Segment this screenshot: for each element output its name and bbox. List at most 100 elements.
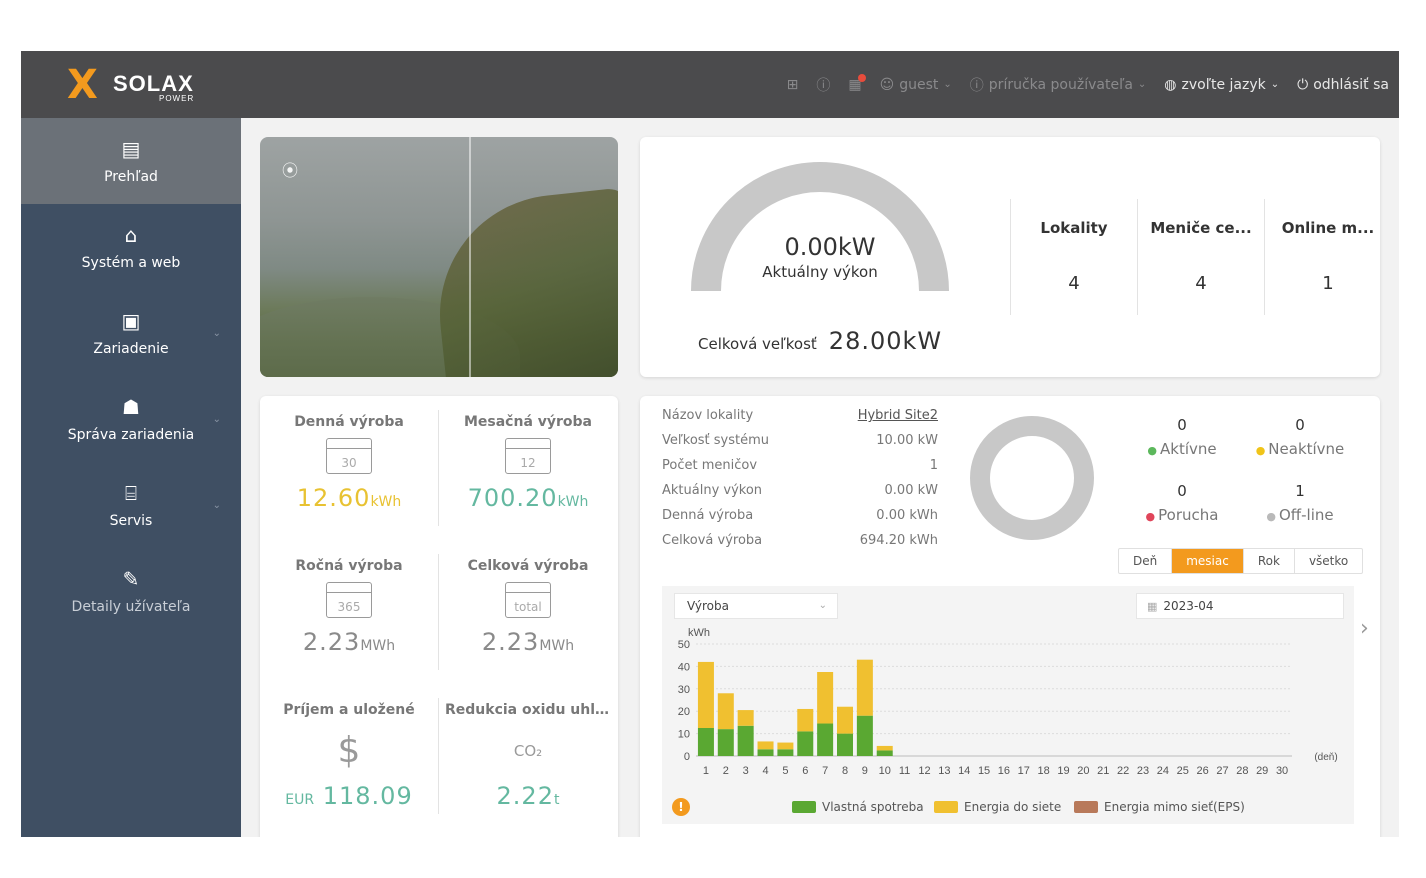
- bar-self-consumption: [737, 725, 754, 756]
- stat-inverters: Meniče ce... 4: [1137, 199, 1264, 315]
- x-tick-label: 17: [1018, 765, 1030, 777]
- user-menu[interactable]: ☺ guest ⌄: [880, 77, 952, 93]
- bar-self-consumption: [876, 750, 893, 756]
- x-tick-label: 21: [1097, 765, 1109, 777]
- current-power-label: Aktuálny výkon: [762, 263, 878, 281]
- logout-button[interactable]: ⏻ odhlásiť sa: [1297, 77, 1389, 93]
- calendar-icon: total: [505, 582, 551, 618]
- language-label: zvoľte jazyk: [1181, 76, 1266, 93]
- y-tick-label: 0: [684, 751, 690, 763]
- x-tick-label: 26: [1196, 765, 1208, 777]
- status-active: 0 Aktívne: [1122, 416, 1242, 458]
- sidebar-item-service[interactable]: ⌸ Servis ⌄: [21, 462, 241, 548]
- sidebar-item-system-web[interactable]: ⌂ Systém a web: [21, 204, 241, 290]
- range-day-button[interactable]: Deň: [1119, 549, 1173, 573]
- x-tick-label: 14: [958, 765, 970, 777]
- sidebar-item-device-management[interactable]: ☗ Správa zariadenia ⌄: [21, 376, 241, 462]
- x-tick-label: 10: [879, 765, 891, 777]
- co2-icon: CO₂: [513, 742, 543, 760]
- x-tick-label: 6: [802, 765, 808, 777]
- metric-select[interactable]: Výroba ⌄: [674, 593, 838, 619]
- photo-seam: [469, 137, 471, 377]
- range-month-button[interactable]: mesiac: [1172, 549, 1244, 573]
- daily-production-label: Denná výroba: [294, 414, 404, 430]
- legend-self-consumption[interactable]: Vlastná spotreba: [792, 800, 924, 814]
- bar-self-consumption: [817, 723, 834, 756]
- x-tick-label: 25: [1177, 765, 1189, 777]
- user-name: guest: [899, 76, 939, 93]
- logo-mark-icon: X: [67, 62, 98, 108]
- bar-self-consumption: [797, 731, 814, 756]
- home-icon: ⌂: [124, 223, 138, 247]
- stat-online: Online m... 1: [1264, 199, 1391, 315]
- y-tick-label: 40: [678, 661, 690, 673]
- monthly-production-label: Mesačná výroba: [463, 414, 593, 430]
- current-power-row: Aktuálny výkon 0.00 kW: [662, 483, 938, 498]
- total-production: Celková výroba total 2.23MWh: [439, 540, 617, 680]
- location-pin-icon[interactable]: ⦿: [282, 157, 298, 180]
- monthly-production: Mesačná výroba 12 700.20kWh: [439, 396, 617, 536]
- monthly-production-value: 700.20kWh: [467, 484, 589, 512]
- bar-grid-export: [737, 710, 754, 726]
- router-icon: ☗: [122, 395, 140, 419]
- y-tick-label: 20: [678, 706, 690, 718]
- income-value: EUR 118.09: [285, 782, 413, 810]
- date-picker[interactable]: ▦ 2023-04: [1136, 593, 1344, 619]
- manual-menu[interactable]: ⓘ príručka používateľa ⌄: [970, 75, 1147, 95]
- language-menu[interactable]: ◍ zvoľte jazyk ⌄: [1164, 77, 1279, 93]
- sidebar-item-user-details[interactable]: ✎ Detaily užívateľa: [21, 548, 241, 634]
- x-tick-label: 11: [899, 765, 910, 777]
- bar-grid-export: [757, 741, 774, 750]
- sidebar-item-device[interactable]: ▣ Zariadenie ⌄: [21, 290, 241, 376]
- logout-label: odhlásiť sa: [1313, 76, 1389, 93]
- legend-grid-export[interactable]: Energia do siete: [934, 800, 1061, 814]
- sidebar-item-overview[interactable]: ▤ Prehľad: [21, 118, 241, 204]
- x-tick-label: 23: [1137, 765, 1149, 777]
- total-size-value: 28.00kW: [828, 327, 943, 355]
- sidebar-item-label: Servis: [109, 513, 153, 529]
- bar-grid-export: [817, 672, 834, 724]
- x-tick-label: 29: [1256, 765, 1268, 777]
- tool-icon: ⌸: [125, 481, 137, 505]
- total-size: Celková veľkosť 28.00kW: [698, 327, 942, 355]
- x-tick-label: 5: [782, 765, 788, 777]
- range-year-button[interactable]: Rok: [1244, 549, 1295, 573]
- site-card: Názov lokality Hybrid Site2 Veľkosť systé…: [640, 396, 1380, 837]
- chevron-down-icon: ⌄: [943, 79, 952, 90]
- site-name-link[interactable]: Hybrid Site2: [858, 408, 938, 423]
- info-button[interactable]: ⓘ: [816, 75, 830, 95]
- bar-self-consumption: [717, 729, 734, 756]
- chart-legend: ! Vlastná spotreba Energia do siete Ener…: [662, 796, 1354, 820]
- solax-logo[interactable]: X SOLAX POWER: [67, 65, 207, 105]
- power-card: 0.00kW Aktuálny výkon Celková veľkosť 28.…: [640, 137, 1380, 377]
- info-circle-icon: ⓘ: [969, 77, 984, 94]
- x-axis-label: (deň): [1314, 752, 1337, 763]
- bar-grid-export: [876, 745, 893, 751]
- sidebar-item-label: Detaily užívateľa: [71, 599, 191, 615]
- x-tick-label: 13: [938, 765, 950, 777]
- grid-button[interactable]: ⊞: [787, 77, 799, 93]
- chevron-right-icon[interactable]: ›: [1360, 616, 1369, 641]
- status-offline: 1 Off-line: [1240, 482, 1360, 524]
- bar-grid-export: [856, 659, 873, 716]
- sidebar-item-label: Správa zariadenia: [67, 427, 195, 443]
- info-icon: ⓘ: [816, 77, 831, 94]
- chevron-down-icon: ⌄: [1137, 79, 1147, 90]
- bar-self-consumption: [777, 749, 794, 756]
- y-axis-label: kWh: [688, 627, 710, 639]
- production-card: Denná výroba 30 12.60kWh Mesačná výroba …: [260, 396, 618, 837]
- x-tick-label: 20: [1077, 765, 1089, 777]
- warning-icon[interactable]: !: [672, 798, 690, 816]
- range-all-button[interactable]: všetko: [1295, 549, 1362, 573]
- photo-cliff: [428, 187, 618, 377]
- inverter-count-row: Počet meničov 1: [662, 458, 938, 473]
- chart-panel: Výroba ⌄ ▦ 2023-04 kWh 0 10 20 30 40 50 1 2 3 4 5 6 7 8…: [662, 586, 1354, 824]
- globe-icon: ◍: [1164, 76, 1177, 93]
- current-power-value: 0.00kW: [784, 233, 876, 261]
- daily-production-value: 12.60kWh: [296, 484, 402, 512]
- bar-grid-export: [777, 742, 794, 750]
- notifications-button[interactable]: ▦: [848, 73, 866, 93]
- legend-eps[interactable]: Energia mimo sieť(EPS): [1074, 800, 1245, 814]
- x-tick-label: 12: [918, 765, 930, 777]
- co2-reduction: Redukcia oxidu uhli... CO₂ 2.22t: [439, 684, 617, 824]
